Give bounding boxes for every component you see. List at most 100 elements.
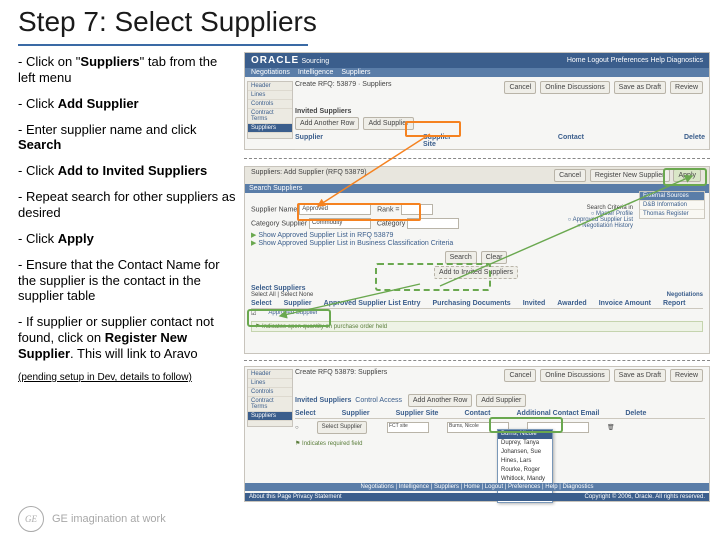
- menu3-lines[interactable]: Lines: [248, 379, 292, 388]
- online-discussions-button-3[interactable]: Online Discussions: [540, 369, 610, 382]
- select-all-link[interactable]: Select All: [251, 292, 276, 298]
- add-another-row-button-3[interactable]: Add Another Row: [408, 394, 472, 407]
- instruction-pending-note: (pending setup in Dev, details to follow…: [18, 372, 236, 384]
- external-sources-title: External Sources: [640, 192, 704, 200]
- col-awarded: Awarded: [557, 300, 586, 307]
- col-invoice-amt: Invoice Amount: [599, 300, 651, 307]
- select-none-link[interactable]: Select None: [281, 292, 314, 298]
- col-invited: Invited: [523, 300, 546, 307]
- oracle-tabs: Negotiations Intelligence Suppliers: [245, 68, 709, 77]
- menu3-contract-terms[interactable]: Contract Terms: [248, 397, 292, 412]
- dropdown-option[interactable]: Rourke, Roger: [498, 466, 552, 475]
- menu3-controls[interactable]: Controls: [248, 388, 292, 397]
- col-asl: Approved Supplier List Entry: [324, 300, 421, 307]
- oracle-footer-bar: About this Page Privacy Statement Copyri…: [245, 493, 709, 501]
- screenshot-invited-suppliers: Header Lines Controls Contract Terms Sup…: [244, 366, 710, 502]
- col-contact: Contact: [558, 134, 584, 148]
- menu-lines[interactable]: Lines: [248, 91, 292, 100]
- highlight-search-add: [375, 263, 491, 291]
- col3-site: Supplier Site: [396, 410, 439, 417]
- review-button-3[interactable]: Review: [670, 369, 703, 382]
- note-rfq-link[interactable]: Show Approved Supplier List in RFQ 53879: [258, 232, 393, 239]
- instruction-1: - Click on "Suppliers" tab from the left…: [18, 54, 236, 86]
- screenshot-add-supplier-search: Suppliers: Add Supplier (RFQ 53879) Canc…: [244, 166, 710, 354]
- highlight-apply: [663, 168, 707, 186]
- col3-contact: Contact: [464, 410, 490, 417]
- menu3-suppliers[interactable]: Suppliers: [248, 412, 292, 421]
- col3-email: Additional Contact Email: [517, 410, 600, 417]
- instruction-6: - Click Apply: [18, 231, 236, 247]
- instruction-3: - Enter supplier name and click Search: [18, 122, 236, 154]
- menu-contract-terms[interactable]: Contract Terms: [248, 109, 292, 124]
- tab-intelligence[interactable]: Intelligence: [298, 69, 333, 76]
- tab-negotiations[interactable]: Negotiations: [251, 69, 290, 76]
- title-underline: [18, 44, 308, 46]
- instruction-5: - Repeat search for other suppliers as d…: [18, 189, 236, 221]
- add-supplier-title: Suppliers: Add Supplier (RFQ 53879): [251, 169, 367, 182]
- breadcrumb: Create RFQ: 53879 · Suppliers: [295, 81, 392, 94]
- create-rfq-title: Create RFQ 53879: Suppliers: [295, 369, 387, 382]
- external-source-thomas[interactable]: Thomas Register: [640, 209, 704, 218]
- menu-header[interactable]: Header: [248, 82, 292, 91]
- category-supplier-label: Category Supplier: [251, 220, 307, 227]
- instruction-4: - Click Add to Invited Suppliers: [18, 163, 236, 179]
- dropdown-option[interactable]: Hines, Lars: [498, 457, 552, 466]
- dropdown-option[interactable]: Johansen, Sue: [498, 448, 552, 457]
- save-as-draft-button[interactable]: Save as Draft: [614, 81, 666, 94]
- col-supplier: Supplier: [295, 134, 323, 148]
- select-suppliers-label: Select Suppliers: [251, 285, 305, 292]
- note-biz-link[interactable]: Show Approved Supplier List in Business …: [258, 240, 453, 247]
- col-supplier: Supplier: [284, 300, 312, 307]
- category-label: Category: [377, 220, 405, 227]
- cancel-button[interactable]: Cancel: [504, 81, 536, 94]
- add-another-row-button[interactable]: Add Another Row: [295, 117, 359, 130]
- site-value[interactable]: FCT site: [388, 423, 408, 429]
- cancel-button-3[interactable]: Cancel: [504, 369, 536, 382]
- add-supplier-button-3[interactable]: Add Supplier: [476, 394, 526, 407]
- oracle-header: ORACLE Sourcing Home Logout Preferences …: [245, 53, 709, 68]
- select-supplier-row-button[interactable]: Select Supplier: [317, 421, 367, 434]
- col-purchasing: Purchasing Documents: [433, 300, 511, 307]
- supplier-name-label: Supplier Name: [251, 206, 297, 213]
- review-button[interactable]: Review: [670, 81, 703, 94]
- footer-text: GE imagination at work: [52, 513, 166, 525]
- invited-suppliers-title: Invited Suppliers: [295, 397, 351, 404]
- instruction-8: - If supplier or supplier contact not fo…: [18, 314, 236, 362]
- oracle-left-menu-3: Header Lines Controls Contract Terms Sup…: [247, 369, 293, 427]
- col-report: Report: [663, 300, 686, 307]
- external-sources-panel: External Sources D&B Information Thomas …: [639, 191, 705, 219]
- invited-suppliers-label: Invited Suppliers: [295, 108, 351, 115]
- col3-supplier: Supplier: [342, 410, 370, 417]
- highlight-select-row: [247, 309, 331, 327]
- instruction-2: - Click Add Supplier: [18, 96, 236, 112]
- dropdown-option[interactable]: Duprey, Tanya: [498, 439, 552, 448]
- instruction-list: - Click on "Suppliers" tab from the left…: [18, 54, 236, 394]
- control-access-link[interactable]: Control Access: [355, 397, 402, 404]
- slide-footer: GE GE imagination at work: [18, 506, 166, 532]
- contact-dropdown-popup[interactable]: Burns, Nicole Duprey, Tanya Johansen, Su…: [497, 429, 553, 503]
- highlight-contact-dropdown: [489, 417, 563, 433]
- tab-suppliers[interactable]: Suppliers: [341, 69, 370, 76]
- oracle-brand: ORACLE: [251, 55, 299, 66]
- required-field-note: Indicates required field: [302, 441, 362, 447]
- negotiations-header: Negotiations: [667, 292, 703, 298]
- menu3-header[interactable]: Header: [248, 370, 292, 379]
- external-source-dnb[interactable]: D&B Information: [640, 200, 704, 209]
- cancel-button[interactable]: Cancel: [554, 169, 586, 182]
- save-as-draft-button-3[interactable]: Save as Draft: [614, 369, 666, 382]
- online-discussions-button[interactable]: Online Discussions: [540, 81, 610, 94]
- ge-logo: GE: [18, 506, 44, 532]
- divider-2: [244, 360, 710, 361]
- delete-row-icon[interactable]: 🗑: [607, 424, 615, 431]
- col3-select: Select: [295, 410, 316, 417]
- col-select: Select: [251, 300, 272, 307]
- negotiation-history-option[interactable]: Negotiation History: [582, 223, 633, 229]
- menu-controls[interactable]: Controls: [248, 100, 292, 109]
- screenshot-suppliers-tab: ORACLE Sourcing Home Logout Preferences …: [244, 52, 710, 150]
- oracle-footer-tabs: Negotiations | Intelligence | Suppliers …: [245, 483, 709, 491]
- register-new-supplier-button[interactable]: Register New Supplier: [590, 169, 670, 182]
- contact-dropdown[interactable]: Burns, Nicole: [448, 423, 479, 429]
- oracle-nav-right: Home Logout Preferences Help Diagnostics: [567, 57, 703, 64]
- oracle-left-menu: Header Lines Controls Contract Terms Sup…: [247, 81, 293, 139]
- menu-suppliers[interactable]: Suppliers: [248, 124, 292, 133]
